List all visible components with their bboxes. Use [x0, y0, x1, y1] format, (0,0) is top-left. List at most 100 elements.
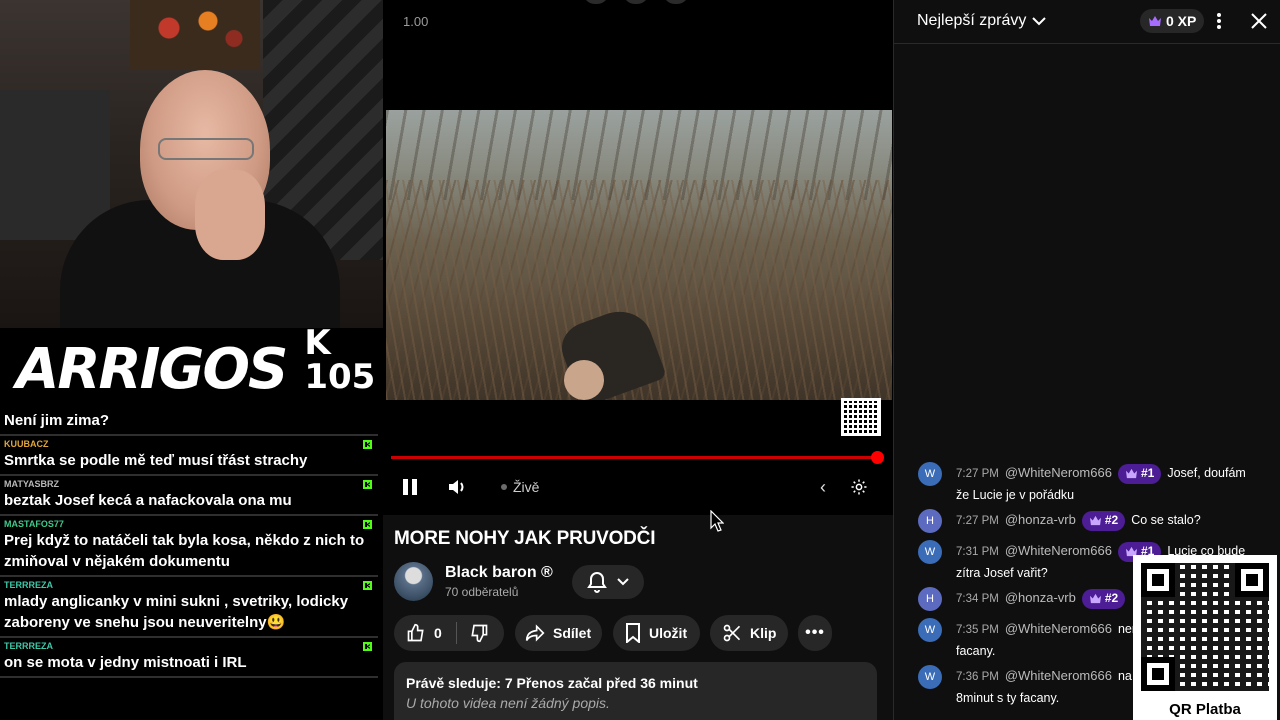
subscriber-count: 70 odběratelů: [445, 585, 519, 599]
crown-icon: [1149, 16, 1161, 26]
webcam-feed: [0, 0, 383, 328]
overlay-chat-username: TERRREZA: [4, 580, 53, 590]
xp-badge[interactable]: 0 XP: [1140, 9, 1205, 33]
level-label: K 105: [304, 323, 376, 397]
bell-icon: [587, 571, 607, 593]
scissors-icon: [723, 624, 741, 642]
chat-author[interactable]: @WhiteNerom666: [1005, 465, 1112, 480]
video-frame[interactable]: [386, 110, 892, 400]
view-stats: Právě sleduje: 7 Přenos začal před 36 mi…: [406, 675, 698, 691]
avatar[interactable]: H: [918, 509, 942, 533]
chat-author[interactable]: @WhiteNerom666: [1005, 668, 1112, 683]
chevron-left-icon[interactable]: ‹: [815, 474, 831, 500]
streamer-logo: ARRIGOS K 105: [0, 323, 383, 408]
thumbs-down-icon[interactable]: [469, 623, 489, 643]
crown-icon: [1089, 516, 1101, 526]
crown-icon: [1089, 594, 1101, 604]
rank-badge: #2: [1081, 588, 1126, 609]
chat-author[interactable]: @WhiteNerom666: [1005, 543, 1112, 558]
chat-filter-label: Nejlepší zprávy: [917, 12, 1027, 29]
overlay-chat-text: mlady anglicanky v mini sukni , svetriky…: [4, 593, 349, 631]
clip-button[interactable]: Klip: [710, 615, 788, 651]
overlay-chat-text: Není jim zima?: [4, 412, 110, 429]
clip-label: Klip: [750, 625, 777, 641]
mouse-cursor-icon: [710, 510, 724, 532]
description-text: U tohoto videa není žádný popis.: [406, 695, 610, 711]
chat-timestamp: 7:27 PM: [956, 515, 999, 527]
overlay-chat-username: MATYASBRZ: [4, 479, 60, 489]
kick-icon: [363, 440, 372, 449]
bookmark-icon: [626, 623, 640, 643]
qr-code-icon: [841, 398, 881, 436]
chat-timestamp: 7:31 PM: [956, 546, 999, 558]
close-icon[interactable]: [1249, 11, 1269, 31]
save-button[interactable]: Uložit: [613, 615, 700, 651]
volume-icon[interactable]: [445, 474, 469, 500]
share-icon: [525, 624, 545, 642]
chat-author[interactable]: @honza-vrb: [1005, 512, 1076, 527]
chat-text: Co se stalo?: [1131, 513, 1201, 527]
settings-icon[interactable]: [849, 474, 869, 500]
share-label: Sdílet: [553, 625, 592, 641]
overlay-chat-username: TERRREZA: [4, 641, 53, 651]
rank-badge: #2: [1081, 510, 1126, 531]
live-label: Živě: [513, 479, 540, 495]
avatar[interactable]: H: [918, 587, 942, 611]
more-icon[interactable]: •••: [798, 615, 832, 651]
app-root: ARRIGOS K 105 Není jim zima? KUUBACZ Smrtk…: [0, 0, 1280, 720]
pause-icon[interactable]: [399, 474, 421, 500]
avatar[interactable]: W: [918, 462, 942, 486]
overlay-chat-text: Smrtka se podle mě teď musí třást strach…: [4, 452, 308, 469]
kick-icon: [363, 480, 372, 489]
like-count: 0: [434, 625, 442, 641]
rank-label: #2: [1104, 513, 1119, 528]
top-controls: [583, 0, 689, 4]
qr-caption: QR Platba: [1169, 701, 1241, 718]
avatar[interactable]: W: [918, 618, 942, 642]
chat-message[interactable]: W 7:27 PM @WhiteNerom666 #1 Josef, doufám že…: [918, 462, 1248, 506]
chevron-down-icon: [1032, 16, 1047, 25]
overlay-chat-username: MASTAFOS77: [4, 519, 64, 529]
overlay-chat-text: on se mota v jedny mistnoati i IRL: [4, 654, 247, 671]
overlay-chat-message: MATYASBRZ beztak Josef kecá a nafackovala…: [0, 476, 378, 516]
chat-author[interactable]: @honza-vrb: [1005, 590, 1076, 605]
live-indicator[interactable]: Živě: [501, 474, 539, 500]
notification-button[interactable]: [572, 565, 644, 599]
overlay-chat-message: TERRREZA on se mota v jedny mistnoati i I…: [0, 638, 378, 678]
save-label: Uložit: [649, 625, 688, 641]
crown-icon: [1125, 469, 1137, 479]
thumbs-up-icon[interactable]: [406, 623, 426, 643]
chat-filter-dropdown[interactable]: Nejlepší zprávy: [917, 12, 1047, 30]
kick-icon: [363, 642, 372, 651]
avatar[interactable]: W: [918, 540, 942, 564]
like-dislike-group: 0: [394, 615, 504, 651]
avatar[interactable]: W: [918, 665, 942, 689]
channel-info[interactable]: Black baron ® 70 odběratelů: [394, 562, 553, 601]
overlay-chat: Není jim zima? KUUBACZ Smrtka se podle mě …: [0, 408, 378, 678]
overlay-chat-username: KUUBACZ: [4, 439, 49, 449]
description-box[interactable]: Právě sleduje: 7 Přenos začal před 36 mi…: [394, 662, 877, 720]
kebab-icon[interactable]: [1212, 10, 1226, 32]
video-title: MORE NOHY JAK PRUVODČI: [394, 528, 656, 549]
chat-author[interactable]: @WhiteNerom666: [1005, 621, 1112, 636]
overlay-chat-message: MASTAFOS77 Prej když to natáčeli tak byla…: [0, 516, 378, 577]
chevron-down-icon: [617, 578, 629, 586]
qr-payment-code: QR Platba: [1133, 555, 1277, 720]
chat-timestamp: 7:27 PM: [956, 468, 999, 480]
rank-badge: #1: [1117, 463, 1162, 484]
overlay-chat-text: Prej když to natáčeli tak byla kosa, něk…: [4, 532, 365, 570]
rank-label: #2: [1104, 591, 1119, 606]
video-player[interactable]: 1.00 Živě ‹: [383, 0, 893, 515]
overlay-chat-message: KUUBACZ Smrtka se podle mě teď musí třást…: [0, 436, 378, 476]
overlay-chat-message: Není jim zima?: [0, 408, 378, 436]
xp-value: 0 XP: [1166, 13, 1197, 29]
stream-overlay: ARRIGOS K 105 Není jim zima? KUUBACZ Smrtk…: [0, 0, 383, 720]
channel-name[interactable]: Black baron ®: [445, 564, 553, 582]
rank-label: #1: [1140, 466, 1155, 481]
avatar[interactable]: [394, 562, 433, 601]
progress-bar[interactable]: [391, 451, 884, 464]
chat-message[interactable]: H 7:27 PM @honza-vrb #2 Co se stalo?: [918, 509, 1248, 533]
progress-knob[interactable]: [871, 451, 884, 464]
chat-timestamp: 7:36 PM: [956, 671, 999, 683]
share-button[interactable]: Sdílet: [515, 615, 602, 651]
